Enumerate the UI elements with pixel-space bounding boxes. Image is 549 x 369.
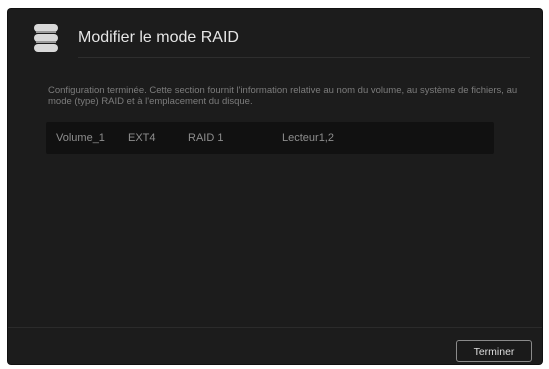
- volume-name: Volume_1: [56, 132, 105, 144]
- dialog-footer: Terminer: [8, 327, 542, 364]
- volume-location: Lecteur1,2: [282, 132, 334, 144]
- volume-raid-mode: RAID 1: [188, 132, 224, 144]
- dialog-title: Modifier le mode RAID: [78, 29, 239, 46]
- description-text: Configuration terminée. Cette section fo…: [48, 85, 518, 107]
- volume-filesystem: EXT4: [128, 132, 156, 144]
- volume-row: Volume_1 EXT4 RAID 1 Lecteur1,2: [46, 122, 494, 154]
- raid-dialog: Modifier le mode RAID Configuration term…: [8, 9, 542, 364]
- dialog-header: Modifier le mode RAID: [8, 9, 542, 67]
- header-divider: [78, 57, 530, 58]
- database-icon: [33, 22, 59, 54]
- finish-button[interactable]: Terminer: [456, 340, 532, 362]
